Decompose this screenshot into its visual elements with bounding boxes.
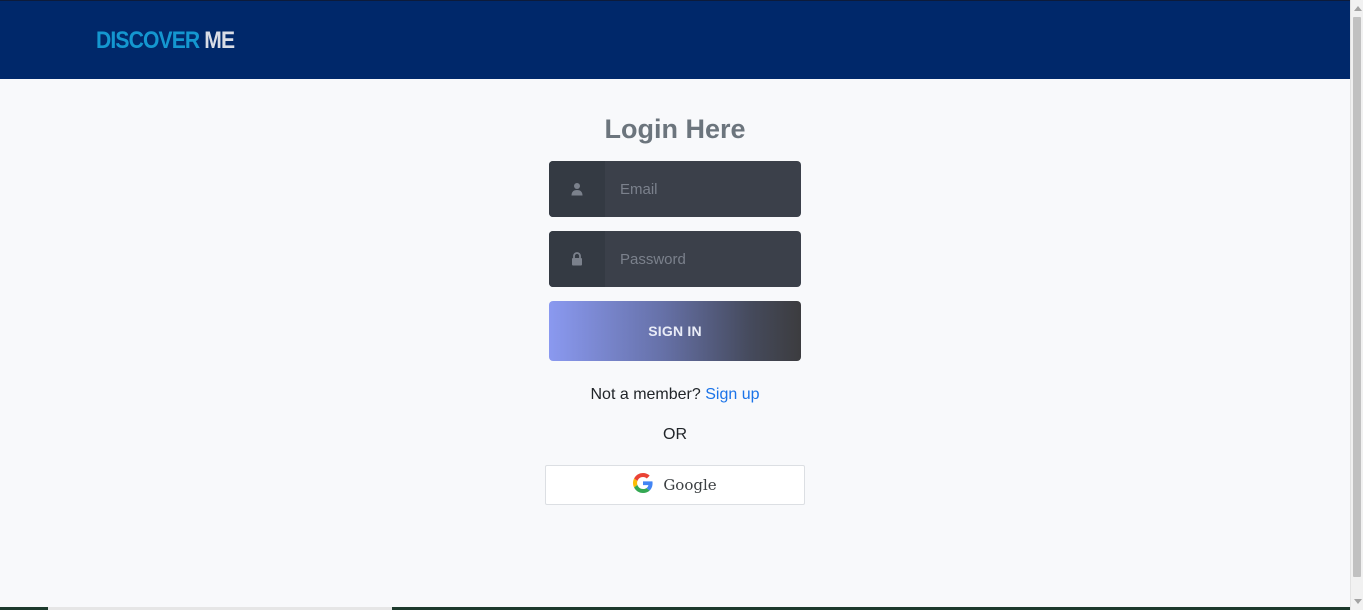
password-field-group <box>549 231 801 287</box>
or-divider: OR <box>663 426 687 443</box>
brand-text-discover: DISCOVER <box>96 27 200 54</box>
scroll-up-arrow-icon[interactable] <box>1354 6 1362 11</box>
sign-in-button[interactable]: SIGN IN <box>549 301 801 361</box>
google-sign-in-button[interactable]: Google <box>545 465 805 505</box>
sign-up-link[interactable]: Sign up <box>705 386 759 403</box>
scroll-down-arrow-icon[interactable] <box>1354 599 1362 604</box>
brand-logo[interactable]: DISCOVER ME <box>96 27 235 55</box>
brand-text-me: ME <box>204 27 235 54</box>
page-title: Login Here <box>604 114 746 144</box>
user-icon <box>549 161 605 217</box>
scrollbar-thumb[interactable] <box>1353 17 1361 577</box>
signup-prompt: Not a member? Sign up <box>0 386 1350 404</box>
email-field-group <box>549 161 801 217</box>
not-member-text: Not a member? <box>590 386 701 403</box>
vertical-scrollbar[interactable] <box>1350 0 1363 610</box>
email-field[interactable] <box>605 161 801 217</box>
password-field[interactable] <box>605 231 801 287</box>
google-icon <box>633 472 653 498</box>
lock-icon <box>549 231 605 287</box>
top-navbar: DISCOVER ME <box>0 0 1350 79</box>
google-label: Google <box>663 476 717 494</box>
